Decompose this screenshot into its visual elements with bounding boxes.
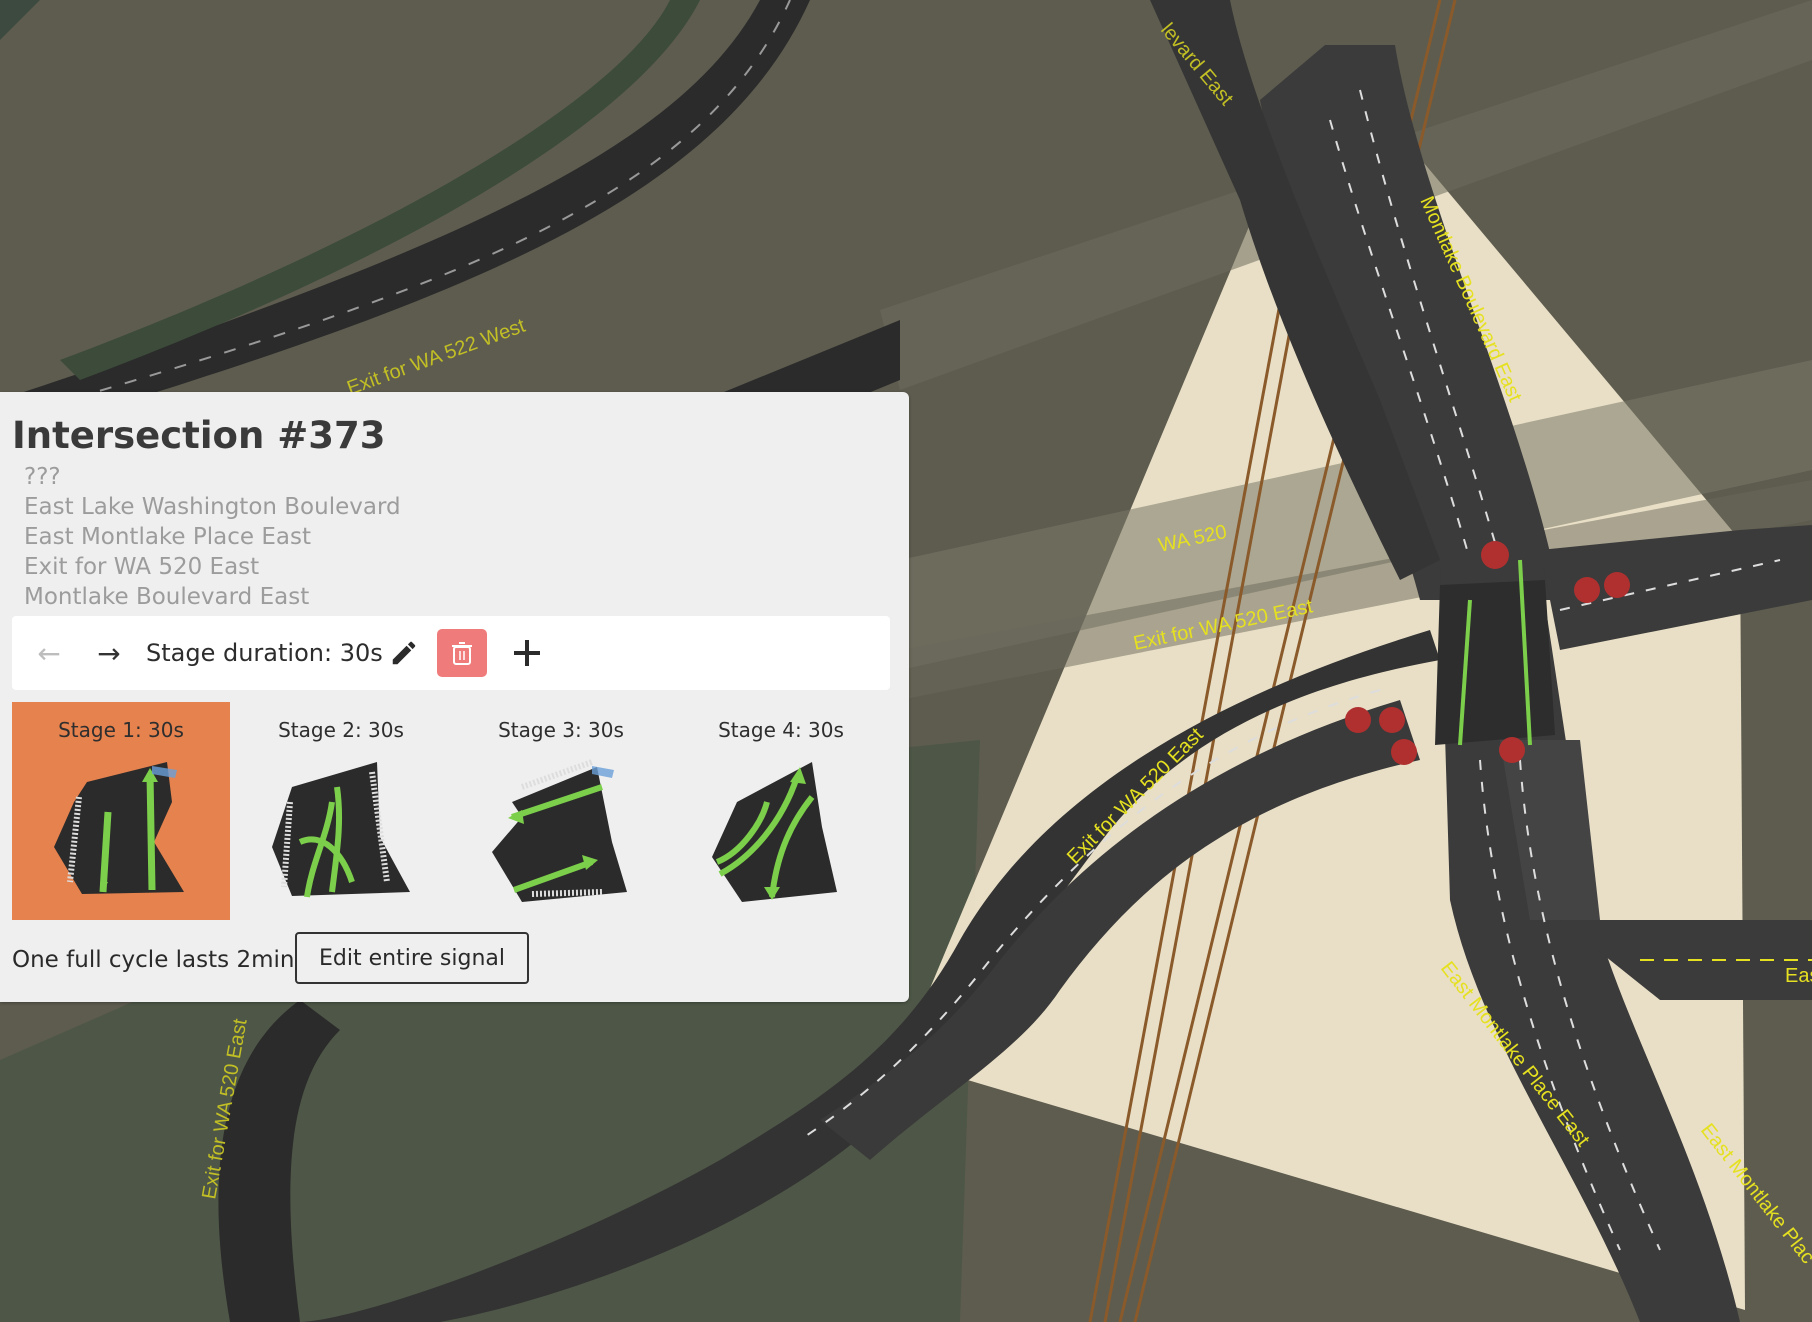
- road-list: ??? East Lake Washington Boulevard East …: [24, 462, 401, 612]
- road-list-item: Exit for WA 520 East: [24, 554, 260, 580]
- map-label-eas: Eas: [1785, 965, 1812, 987]
- next-stage-button[interactable]: →: [88, 616, 130, 690]
- edit-entire-signal-button[interactable]: Edit entire signal: [295, 932, 529, 984]
- road-list-item: ???: [24, 464, 61, 490]
- road-list-item: Montlake Boulevard East: [24, 584, 310, 610]
- pencil-icon: [392, 641, 416, 665]
- intersection-panel: Intersection #373 ??? East Lake Washingt…: [0, 392, 909, 1002]
- road-list-item: East Lake Washington Boulevard: [24, 494, 401, 520]
- stage-4-diagram: [712, 762, 837, 902]
- stage-label: Stage 2: 30s: [278, 718, 404, 742]
- stage-duration-label: Stage duration: 30s: [146, 639, 383, 667]
- stage-card-2[interactable]: Stage 2: 30s: [232, 702, 450, 920]
- stage-card-3[interactable]: Stage 3: 30s: [452, 702, 670, 920]
- stage-3-diagram: [492, 759, 627, 902]
- stage-label: Stage 3: 30s: [498, 718, 624, 742]
- road-list-item: East Montlake Place East: [24, 524, 311, 550]
- edit-duration-button[interactable]: [382, 616, 426, 690]
- cycle-duration-text: One full cycle lasts 2min: [12, 947, 295, 973]
- stage-label: Stage 4: 30s: [718, 718, 844, 742]
- prev-stage-button[interactable]: ←: [28, 616, 70, 690]
- delete-stage-button[interactable]: [437, 629, 487, 677]
- stage-card-1[interactable]: Stage 1: 30s: [12, 702, 230, 920]
- stage-list: Stage 1: 30s Stage 2: 30s Stage 3: 30s S…: [12, 702, 892, 920]
- stage-1-diagram: [54, 762, 184, 894]
- trash-icon: [452, 642, 472, 665]
- stage-card-4[interactable]: Stage 4: 30s: [672, 702, 890, 920]
- stage-toolbar: ← → Stage duration: 30s: [12, 616, 890, 690]
- stage-2-diagram: [272, 762, 410, 898]
- stage-label: Stage 1: 30s: [58, 718, 184, 742]
- panel-title: Intersection #373: [12, 414, 386, 457]
- add-stage-button[interactable]: [502, 616, 552, 690]
- plus-icon: [514, 640, 540, 666]
